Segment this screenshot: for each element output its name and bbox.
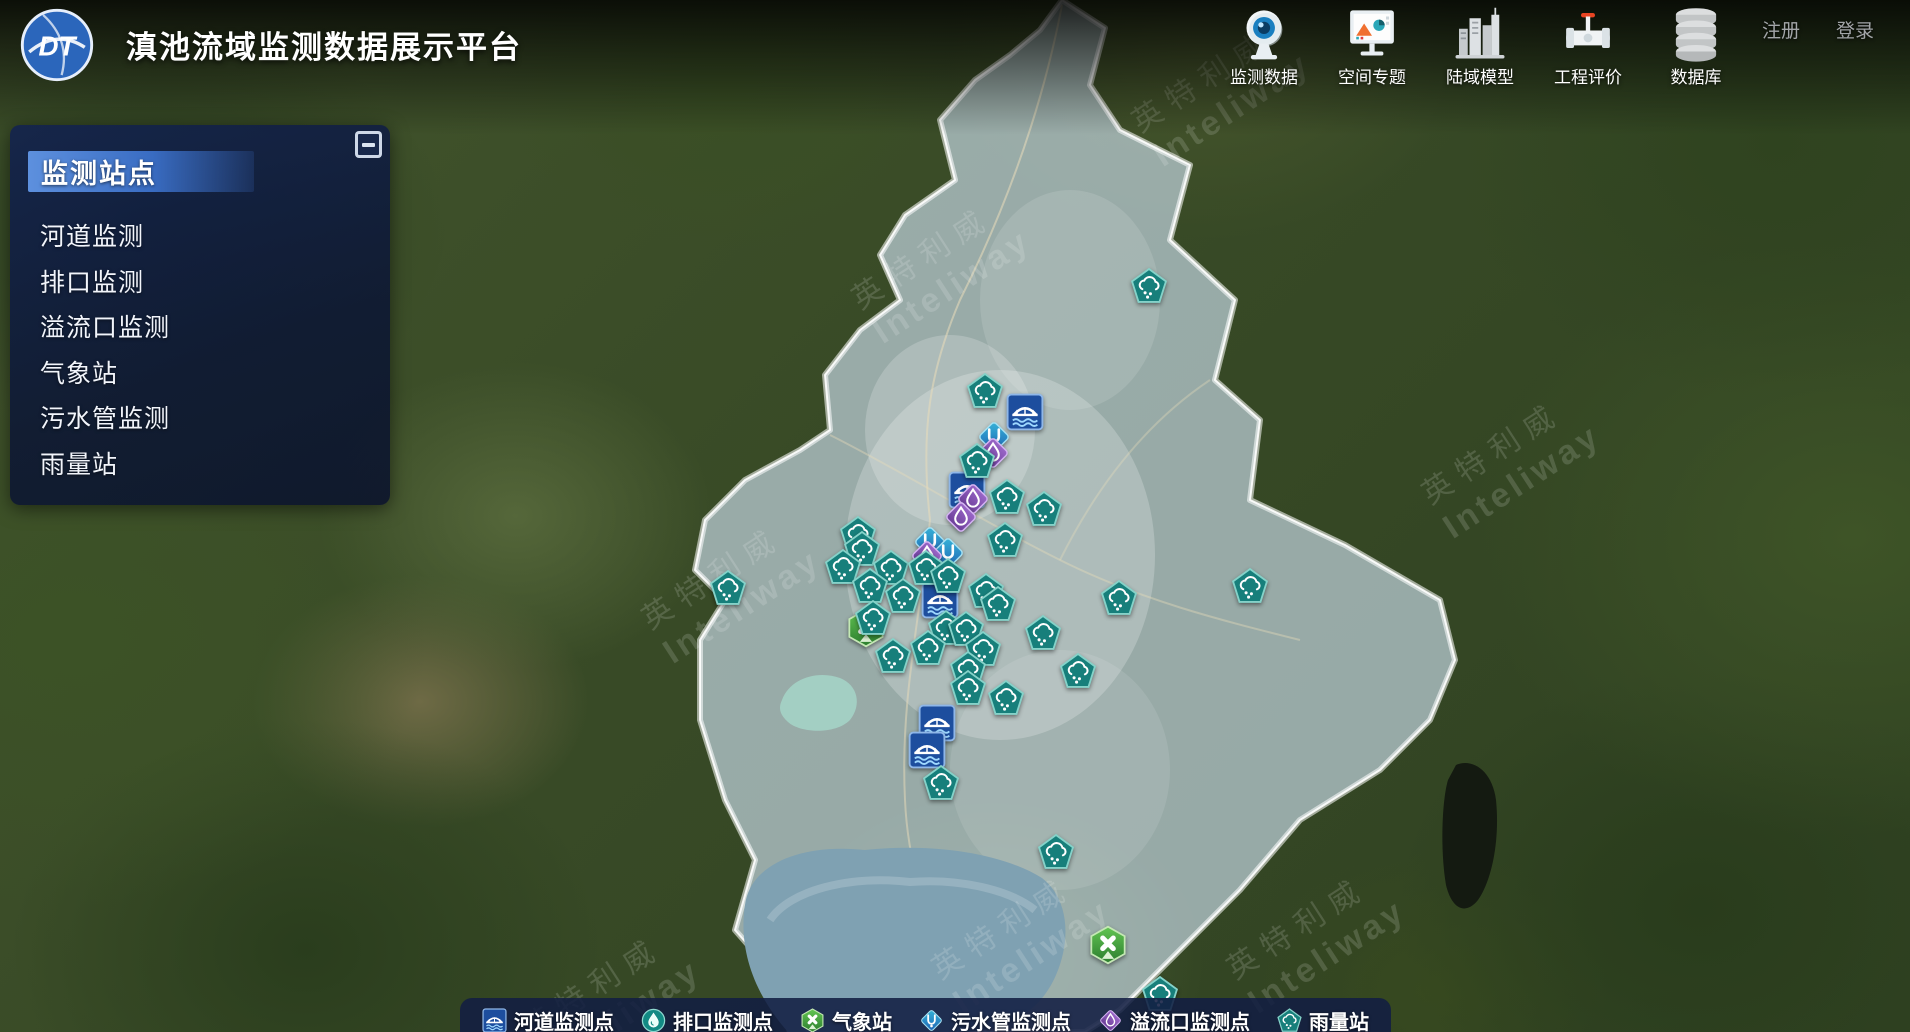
nav-label: 监测数据 <box>1230 63 1298 88</box>
login-link[interactable]: 登录 <box>1836 16 1874 43</box>
svg-text:DT: DT <box>39 30 78 61</box>
buildings-icon <box>1452 6 1508 62</box>
legend-item-weather: 气象站 <box>800 1006 892 1032</box>
sidebar-item[interactable]: 污水管监测 <box>40 397 372 443</box>
nav-item-monitor-data[interactable]: 监测数据 <box>1225 6 1303 88</box>
rain-marker[interactable] <box>959 443 996 480</box>
rain-marker[interactable] <box>950 670 987 707</box>
weather-marker-icon <box>800 1008 825 1032</box>
app-window: 英特利威Inteliway英特利威Inteliway英特利威Inteliway英… <box>0 0 1910 1032</box>
webcam-icon <box>1236 6 1292 62</box>
weather-marker[interactable] <box>1088 925 1128 965</box>
legend-label: 气象站 <box>832 1006 892 1032</box>
panel-collapse-button[interactable] <box>355 131 382 158</box>
nav-label: 空间专题 <box>1338 63 1406 88</box>
legend-label: 溢流口监测点 <box>1130 1006 1250 1032</box>
rain-marker[interactable] <box>875 638 912 675</box>
rain-marker-icon <box>1277 1008 1302 1032</box>
nav-label: 陆域模型 <box>1446 63 1514 88</box>
legend-label: 雨量站 <box>1309 1006 1369 1032</box>
panel-title: 监测站点 <box>28 152 157 191</box>
screen-icon <box>1344 6 1400 62</box>
legend-label: 排口监测点 <box>673 1006 773 1032</box>
lake-east <box>1442 763 1497 908</box>
nav-item-project-eval[interactable]: 工程评价 <box>1549 6 1627 88</box>
sidebar-item[interactable]: 河道监测 <box>40 215 372 261</box>
rain-marker[interactable] <box>923 765 960 802</box>
overflow-marker-icon <box>1098 1008 1123 1032</box>
legend-item-outfall: 排口监测点 <box>641 1006 773 1032</box>
nav-label: 工程评价 <box>1554 63 1622 88</box>
bridge-marker-icon <box>482 1008 507 1032</box>
rain-marker[interactable] <box>1131 268 1168 305</box>
legend-item-rain: 雨量站 <box>1277 1006 1369 1032</box>
rain-marker[interactable] <box>710 570 747 607</box>
panel-header[interactable]: 监测站点 <box>28 151 254 192</box>
register-link[interactable]: 注册 <box>1762 16 1800 43</box>
legend-label: 污水管监测点 <box>951 1006 1071 1032</box>
database-icon <box>1668 6 1724 62</box>
bridge-marker[interactable] <box>908 731 946 769</box>
platform-logo-icon: DT <box>20 8 94 82</box>
page-title: 滇池流域监测数据展示平台 <box>126 22 522 67</box>
nav-item-spatial-theme[interactable]: 空间专题 <box>1333 6 1411 88</box>
rain-marker[interactable] <box>980 586 1017 623</box>
sidebar-item[interactable]: 气象站 <box>40 352 372 398</box>
rain-marker[interactable] <box>987 522 1024 559</box>
legend-item-overflow: 溢流口监测点 <box>1098 1006 1250 1032</box>
sidebar-item[interactable]: 溢流口监测 <box>40 306 372 352</box>
top-nav: 监测数据 空间专题 陆域模型 工程评价 数据库 <box>1225 6 1735 88</box>
nav-label: 数据库 <box>1671 63 1722 88</box>
rain-marker[interactable] <box>988 680 1025 717</box>
outfall-marker-icon <box>641 1008 666 1032</box>
sewer-marker-icon <box>919 1008 944 1032</box>
legend-label: 河道监测点 <box>514 1006 614 1032</box>
sidebar-item[interactable]: 排口监测 <box>40 261 372 307</box>
monitoring-stations-panel: 监测站点 河道监测排口监测溢流口监测气象站污水管监测雨量站 <box>10 125 390 505</box>
rain-marker[interactable] <box>1038 834 1075 871</box>
legend-item-sewer: 污水管监测点 <box>919 1006 1071 1032</box>
minus-icon <box>362 143 375 147</box>
legend-bar: 河道监测点 排口监测点 气象站 污水管监测点 溢流口监测点 雨量站 <box>460 998 1391 1032</box>
valve-icon <box>1560 6 1616 62</box>
rain-marker[interactable] <box>910 630 947 667</box>
sidebar-item[interactable]: 雨量站 <box>40 443 372 489</box>
rain-marker[interactable] <box>1232 568 1269 605</box>
sidebar-menu: 河道监测排口监测溢流口监测气象站污水管监测雨量站 <box>40 215 372 488</box>
rain-marker[interactable] <box>1101 580 1138 617</box>
rain-marker[interactable] <box>930 558 967 595</box>
rain-marker[interactable] <box>1026 491 1063 528</box>
legend-item-bridge: 河道监测点 <box>482 1006 614 1032</box>
rain-marker[interactable] <box>989 479 1026 516</box>
overflow-marker[interactable] <box>943 499 979 535</box>
rain-marker[interactable] <box>855 600 892 637</box>
rain-marker[interactable] <box>967 373 1004 410</box>
nav-item-land-model[interactable]: 陆域模型 <box>1441 6 1519 88</box>
rain-marker[interactable] <box>1025 615 1062 652</box>
rain-marker[interactable] <box>1060 653 1097 690</box>
nav-item-database[interactable]: 数据库 <box>1657 6 1735 88</box>
